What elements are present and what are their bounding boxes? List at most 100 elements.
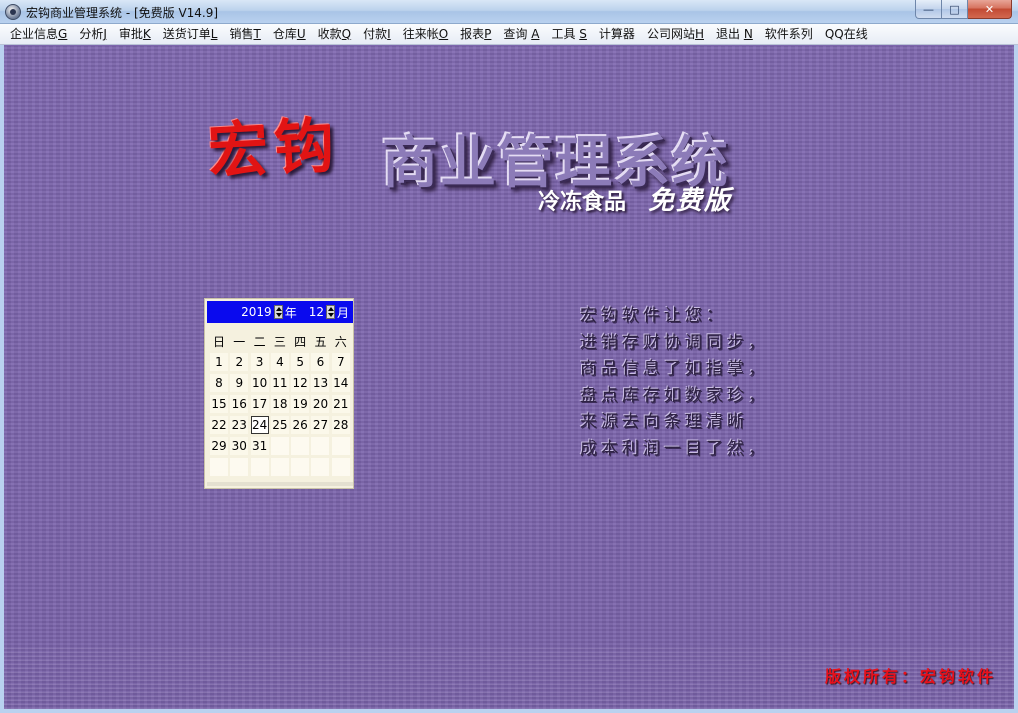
calendar-empty-cell (270, 437, 289, 455)
month-spinner-icon[interactable] (325, 305, 335, 319)
calendar-day-cell[interactable]: 17 (250, 395, 269, 413)
calendar-day-cell[interactable]: 7 (331, 353, 350, 371)
calendar-header: 2019 年 12 月 (207, 301, 353, 323)
calendar-day-cell[interactable]: 19 (291, 395, 310, 413)
calendar-day-cell[interactable]: 28 (331, 416, 350, 434)
menu-item[interactable]: 公司网站H (641, 25, 710, 44)
menu-item[interactable]: 审批K (113, 25, 157, 44)
calendar-weekday: 二 (253, 334, 266, 349)
menu-item-label: 查询 (503, 26, 532, 41)
menu-bar: 企业信息G 分析J 审批K 送货订单L 销售T 仓库U 收款Q 付款I 往来帐O 报表P 查询 A工… (0, 24, 1018, 45)
menu-item-label: QQ在线 (824, 26, 868, 41)
calendar-day-cell[interactable]: 20 (311, 395, 330, 413)
year-spinner-icon[interactable] (273, 305, 283, 319)
motto-line: 商品信息了如指掌， (580, 359, 769, 380)
menu-item-accelerator: Q (341, 26, 352, 41)
menu-item-label: 软件系列 (764, 26, 813, 41)
menu-item-label: 销售 (229, 26, 254, 41)
title-bar: 宏钩商业管理系统 - [免费版 V14.9] — □ ✕ (0, 0, 1018, 24)
calendar-footer (207, 482, 353, 486)
calendar-day-cell[interactable]: 1 (210, 353, 228, 371)
calendar-month: 12 (308, 305, 324, 319)
maximize-button[interactable]: □ (942, 0, 968, 19)
calendar-empty-cell (331, 437, 350, 455)
menu-item-accelerator: I (387, 26, 391, 41)
menu-item[interactable]: 付款I (357, 25, 397, 44)
calendar-day-cell[interactable]: 18 (270, 395, 289, 413)
calendar-day-cell[interactable]: 2 (230, 353, 249, 371)
minimize-button[interactable]: — (915, 0, 942, 19)
menu-item-label: 分析 (79, 26, 104, 41)
calendar-day-cell[interactable]: 15 (210, 395, 228, 413)
calendar-day-cell[interactable]: 5 (291, 353, 310, 371)
calendar-day-cell[interactable]: 16 (230, 395, 249, 413)
calendar-empty-cell (331, 458, 350, 476)
calendar-day-cell[interactable]: 12 (291, 374, 310, 392)
calendar-day-cell[interactable]: 4 (270, 353, 289, 371)
calendar-weekday: 一 (233, 334, 246, 349)
calendar-day-cell[interactable]: 10 (250, 374, 269, 392)
window-controls: — □ ✕ (915, 0, 1012, 20)
calendar-empty-cell (230, 458, 249, 476)
menu-item[interactable]: QQ在线 (819, 25, 874, 44)
menu-item-label: 企业信息 (10, 26, 59, 41)
window-title: 宏钩商业管理系统 - [免费版 V14.9] (26, 6, 219, 20)
calendar-day-cell[interactable]: 31 (250, 437, 269, 455)
calendar-empty-cell (291, 437, 310, 455)
calendar-weekday: 三 (273, 334, 286, 349)
calendar-empty-cell (210, 458, 228, 476)
calendar-day-cell[interactable]: 22 (210, 416, 228, 434)
app-icon[interactable] (5, 4, 21, 20)
menu-item[interactable]: 往来帐O (397, 25, 454, 44)
calendar-day-cell[interactable]: 6 (311, 353, 330, 371)
calendar-day-cell[interactable]: 14 (331, 374, 350, 392)
calendar-day-cell[interactable]: 8 (210, 374, 228, 392)
calendar-day-cell[interactable]: 29 (210, 437, 228, 455)
menu-item[interactable]: 送货订单L (157, 25, 224, 44)
edition-suffix: 免费版 (648, 186, 733, 216)
menu-item[interactable]: 收款Q (312, 25, 357, 44)
close-button[interactable]: ✕ (968, 0, 1012, 19)
menu-item-accelerator: G (58, 26, 68, 41)
motto-line: 来源去向条理清晰 (580, 412, 748, 433)
calendar-day-cell[interactable]: 23 (230, 416, 249, 434)
calendar-day-cell[interactable]: 30 (230, 437, 249, 455)
calendar-widget: 2019 年 12 月 日一二三四五六 1 2 3 4 5 6 7 8 9 10 11 12 13 14 15… (204, 298, 354, 489)
calendar-day-cell[interactable]: 11 (270, 374, 289, 392)
menu-item-accelerator: S (579, 26, 587, 41)
menu-item-accelerator: H (694, 26, 704, 41)
motto-line: 进销存财协调同步， (580, 332, 769, 353)
calendar-empty-cell (250, 458, 269, 476)
menu-item[interactable]: 报表P (454, 25, 497, 44)
menu-item-label: 收款 (317, 26, 342, 41)
menu-item[interactable]: 软件系列 (759, 25, 819, 44)
calendar-day-cell[interactable]: 21 (331, 395, 350, 413)
calendar-day-cell[interactable]: 25 (270, 416, 289, 434)
calendar-today-cell[interactable]: 24 (250, 416, 269, 434)
calendar-day-cell[interactable]: 3 (250, 353, 269, 371)
calendar-day-cell[interactable]: 9 (230, 374, 249, 392)
menu-item[interactable]: 退出 N (710, 25, 759, 44)
menu-item[interactable]: 工具 S (545, 25, 592, 44)
brand-name: 宏钩 (206, 110, 343, 188)
calendar-day-cell[interactable]: 27 (311, 416, 330, 434)
copyright-text: 版权所有：宏钩软件 (824, 667, 996, 686)
calendar-day-cell[interactable]: 26 (291, 416, 310, 434)
menu-item-accelerator: L (210, 26, 218, 41)
menu-item[interactable]: 计算器 (593, 25, 641, 44)
window-frame-right (1014, 45, 1018, 713)
menu-item[interactable]: 销售T (223, 25, 266, 44)
menu-item[interactable]: 分析J (73, 25, 113, 44)
menu-item-label: 工具 (551, 26, 580, 41)
menu-item-label: 报表 (460, 26, 485, 41)
calendar-empty-cell (270, 458, 289, 476)
calendar-weekday: 日 (212, 334, 225, 349)
calendar-weekday: 四 (294, 334, 307, 349)
menu-item[interactable]: 仓库U (267, 25, 312, 44)
menu-item-label: 往来帐 (402, 26, 439, 41)
menu-item-accelerator: T (253, 26, 261, 41)
menu-item[interactable]: 查询 A (497, 25, 545, 44)
calendar-day-cell[interactable]: 13 (311, 374, 330, 392)
calendar-grid: 日一二三四五六 1 2 3 4 5 6 7 8 9 10 11 12 13 14 15 16 17 18 19 20 21… (209, 331, 351, 478)
menu-item[interactable]: 企业信息G (4, 25, 73, 44)
